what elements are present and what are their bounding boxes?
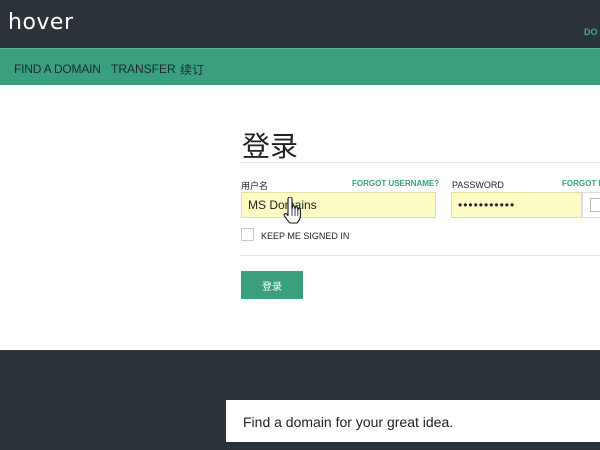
top-right-link[interactable]: DO — [584, 27, 598, 37]
hand-pointer-icon — [283, 197, 302, 224]
domain-search-placeholder: Find a domain for your great idea. — [243, 414, 454, 430]
nav-find-a-domain[interactable]: FIND A DOMAIN — [14, 62, 101, 76]
login-button[interactable]: 登录 — [241, 271, 303, 299]
divider — [240, 255, 600, 256]
password-input[interactable] — [451, 192, 582, 218]
main-nav: FIND A DOMAIN TRANSFER 续订 — [0, 48, 600, 85]
show-password-checkbox[interactable] — [590, 198, 600, 212]
forgot-username-link[interactable]: FORGOT USERNAME? — [352, 179, 439, 188]
keep-signed-in-label: KEEP ME SIGNED IN — [261, 231, 350, 241]
domain-search-box[interactable]: Find a domain for your great idea. — [226, 400, 600, 442]
top-bar: hover DO — [0, 0, 600, 48]
page-title: 登录 — [242, 130, 299, 163]
nav-transfer[interactable]: TRANSFER — [111, 62, 176, 76]
password-label: PASSWORD — [452, 180, 504, 190]
footer-area: Find a domain for your great idea. — [0, 350, 600, 450]
keep-signed-in-checkbox[interactable] — [241, 228, 254, 241]
username-label: 用户名 — [241, 181, 269, 191]
username-input[interactable] — [241, 192, 436, 218]
nav-renew[interactable]: 续订 — [180, 61, 204, 78]
divider — [240, 162, 600, 163]
hover-logo[interactable]: hover — [8, 10, 74, 35]
forgot-password-link[interactable]: FORGOT P — [562, 179, 600, 188]
